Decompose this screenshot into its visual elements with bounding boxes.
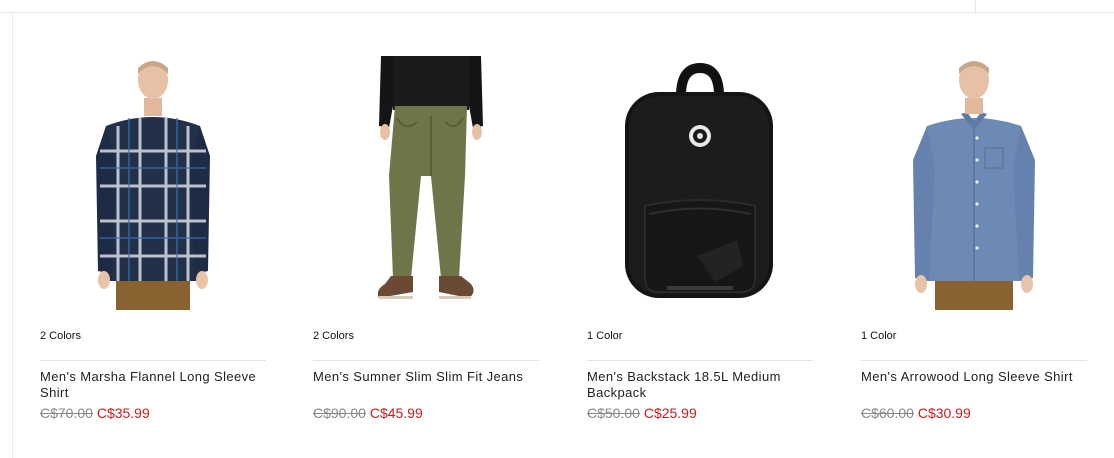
- product-title[interactable]: Men's Arrowood Long Sleeve Shirt: [861, 369, 1087, 401]
- color-count: 2 Colors: [313, 330, 354, 342]
- original-price: C$50.00: [587, 405, 640, 421]
- card-divider: [587, 360, 813, 361]
- product-image-backpack[interactable]: [587, 56, 813, 310]
- product-title[interactable]: Men's Sumner Slim Slim Fit Jeans: [313, 369, 539, 401]
- product-title[interactable]: Men's Backstack 18.5L Medium Backpack: [587, 369, 813, 401]
- left-border: [12, 13, 13, 458]
- original-price: C$90.00: [313, 405, 366, 421]
- color-count: 1 Color: [587, 330, 623, 342]
- card-divider: [313, 360, 539, 361]
- color-count: 1 Color: [861, 330, 897, 342]
- top-bar: [0, 0, 1114, 13]
- product-price: C$70.00 C$35.99: [40, 405, 266, 421]
- product-image-jeans[interactable]: [313, 56, 539, 310]
- product-price: C$90.00 C$45.99: [313, 405, 539, 421]
- card-divider: [40, 360, 266, 361]
- sale-price: C$35.99: [96, 405, 150, 421]
- product-image-chambray-shirt[interactable]: [861, 56, 1087, 310]
- card-divider: [861, 360, 1087, 361]
- product-price: C$60.00 C$30.99: [861, 405, 1087, 421]
- product-title[interactable]: Men's Marsha Flannel Long Sleeve Shirt: [40, 369, 266, 401]
- product-card[interactable]: 1 Color Men's Backstack 18.5L Medium Bac…: [587, 56, 813, 421]
- product-card[interactable]: 2 Colors Men's Marsha Flannel Long Sleev…: [40, 56, 266, 421]
- original-price: C$70.00: [40, 405, 93, 421]
- original-price: C$60.00: [861, 405, 914, 421]
- product-card[interactable]: 2 Colors Men's Sumner Slim Slim Fit Jean…: [313, 56, 539, 421]
- product-price: C$50.00 C$25.99: [587, 405, 813, 421]
- color-count: 2 Colors: [40, 330, 81, 342]
- sale-price: C$25.99: [643, 405, 697, 421]
- product-grid: 2 Colors Men's Marsha Flannel Long Sleev…: [40, 56, 1100, 456]
- top-bar-divider: [975, 0, 976, 12]
- sale-price: C$45.99: [369, 405, 423, 421]
- product-image-flannel-shirt[interactable]: [40, 56, 266, 310]
- sale-price: C$30.99: [917, 405, 971, 421]
- product-card[interactable]: 1 Color Men's Arrowood Long Sleeve Shirt…: [861, 56, 1087, 421]
